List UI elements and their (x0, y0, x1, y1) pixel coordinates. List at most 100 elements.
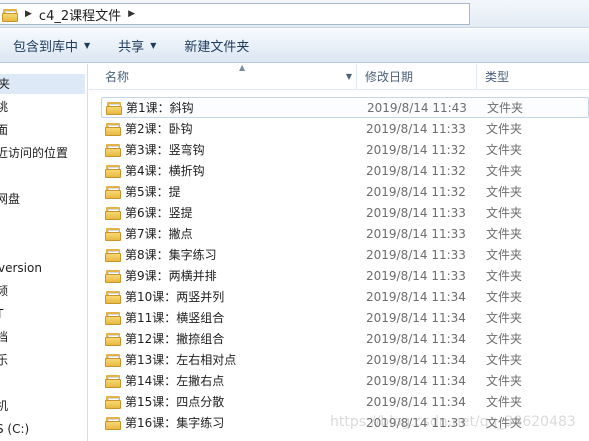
file-name: 第7课：撇点 (125, 227, 193, 241)
file-row[interactable]: 第3课：竖弯钩 2019/8/14 11:32 文件夹 (101, 139, 589, 160)
nav-item[interactable]: 机 (0, 396, 8, 416)
folder-icon (105, 395, 121, 409)
nav-item[interactable]: 乐 (0, 350, 8, 370)
file-name: 第3课：竖弯钩 (125, 143, 205, 157)
file-name: 第16课：集字练习 (125, 416, 225, 430)
folder-icon (105, 353, 121, 367)
include-in-library-label: 包含到库中 (13, 40, 79, 55)
nav-item[interactable]: S (C:) (0, 419, 29, 439)
file-row[interactable]: 第4课：横折钩 2019/8/14 11:32 文件夹 (101, 160, 589, 181)
share-label: 共享 (118, 40, 145, 55)
file-row[interactable]: 第12课：撇捺组合 2019/8/14 11:34 文件夹 (101, 328, 589, 349)
file-row[interactable]: 第15课：四点分散 2019/8/14 11:34 文件夹 (101, 391, 589, 412)
breadcrumb[interactable]: ▶ c4_2课程文件 ▶ (0, 3, 470, 25)
folder-icon (105, 227, 121, 241)
file-list: 第1课：斜钩 2019/8/14 11:43 文件夹 第2课：卧钩 2019/8/14 … (89, 90, 589, 441)
folder-icon (105, 416, 121, 430)
folder-icon (105, 311, 121, 325)
breadcrumb-segment[interactable]: c4_2课程文件 (39, 5, 121, 24)
column-type-label: 类型 (485, 70, 510, 84)
chevron-right-icon[interactable]: ▶ (25, 9, 32, 19)
column-date-label: 修改日期 (365, 70, 414, 84)
file-name: 第5课：提 (125, 185, 181, 199)
file-type: 文件夹 (486, 143, 523, 157)
sort-ascending-icon: ▲ (239, 63, 246, 72)
file-date: 2019/8/14 11:33 (366, 268, 466, 283)
file-date: 2019/8/14 11:32 (366, 163, 466, 178)
command-bar: 包含到库中 ▼ 共享 ▼ 新建文件夹 (0, 29, 589, 63)
file-type: 文件夹 (486, 227, 523, 241)
chevron-down-icon: ▼ (150, 41, 157, 50)
file-row[interactable]: 第9课：两横并排 2019/8/14 11:33 文件夹 (101, 265, 589, 286)
nav-item[interactable]: T (0, 304, 3, 324)
folder-icon (2, 8, 18, 22)
address-bar: ▶ c4_2课程文件 ▶ (0, 0, 589, 28)
file-type: 文件夹 (486, 290, 523, 304)
file-name: 第10课：两竖并列 (125, 290, 225, 304)
folder-icon (105, 332, 121, 346)
column-date-header[interactable]: 修改日期 (359, 64, 477, 90)
file-name: 第1课：斜钩 (126, 101, 194, 115)
nav-item[interactable]: 桃 (0, 97, 8, 117)
file-row[interactable]: 第6课：竖提 2019/8/14 11:33 文件夹 (101, 202, 589, 223)
new-folder-label: 新建文件夹 (184, 40, 250, 55)
file-name: 第12课：撇捺组合 (125, 332, 225, 346)
new-folder-button[interactable]: 新建文件夹 (176, 29, 257, 62)
file-row[interactable]: 第10课：两竖并列 2019/8/14 11:34 文件夹 (101, 286, 589, 307)
file-date: 2019/8/14 11:33 (366, 121, 466, 136)
nav-item[interactable]: 频 (0, 281, 8, 301)
folder-icon (105, 143, 121, 157)
file-date: 2019/8/14 11:32 (366, 142, 466, 157)
folder-icon (105, 122, 121, 136)
column-header: 名称 ▲ ▼ 修改日期 类型 (89, 63, 589, 90)
file-row[interactable]: 第14课：左撇右点 2019/8/14 11:34 文件夹 (101, 370, 589, 391)
file-name: 第14课：左撇右点 (125, 374, 225, 388)
file-type: 文件夹 (486, 164, 523, 178)
file-date: 2019/8/14 11:32 (366, 184, 466, 199)
file-row[interactable]: 第8课：集字练习 2019/8/14 11:33 文件夹 (101, 244, 589, 265)
nav-item[interactable]: 夹 (0, 74, 85, 94)
file-row[interactable]: 第5课：提 2019/8/14 11:32 文件夹 (101, 181, 589, 202)
folder-icon (105, 206, 121, 220)
file-type: 文件夹 (486, 395, 523, 409)
chevron-down-icon: ▼ (84, 41, 91, 50)
nav-item[interactable]: 近访问的位置 (0, 143, 68, 163)
file-type: 文件夹 (486, 248, 523, 262)
chevron-right-icon[interactable]: ▶ (128, 9, 135, 19)
share-button[interactable]: 共享 ▼ (110, 29, 164, 62)
file-name: 第9课：两横并排 (125, 269, 217, 283)
folder-icon (105, 269, 121, 283)
file-type: 文件夹 (486, 374, 523, 388)
file-name: 第15课：四点分散 (125, 395, 225, 409)
file-date: 2019/8/14 11:34 (366, 373, 466, 388)
file-name: 第2课：卧钩 (125, 122, 193, 136)
file-row[interactable]: 第11课：横竖组合 2019/8/14 11:34 文件夹 (101, 307, 589, 328)
column-type-header[interactable]: 类型 (479, 64, 579, 90)
file-date: 2019/8/14 11:34 (366, 394, 466, 409)
file-date: 2019/8/14 11:34 (366, 289, 466, 304)
file-row[interactable]: 第1课：斜钩 2019/8/14 11:43 文件夹 (101, 97, 589, 118)
nav-item[interactable]: version (0, 258, 42, 278)
nav-item[interactable]: 面 (0, 120, 8, 140)
file-row[interactable]: 第2课：卧钩 2019/8/14 11:33 文件夹 (101, 118, 589, 139)
file-type: 文件夹 (486, 269, 523, 283)
nav-item[interactable]: 档 (0, 327, 8, 347)
file-type: 文件夹 (486, 185, 523, 199)
file-row[interactable]: 第13课：左右相对点 2019/8/14 11:34 文件夹 (101, 349, 589, 370)
column-name-header[interactable]: 名称 ▲ ▼ (99, 63, 357, 90)
file-row[interactable]: 第7课：撇点 2019/8/14 11:33 文件夹 (101, 223, 589, 244)
file-name: 第8课：集字练习 (125, 248, 217, 262)
folder-icon (105, 164, 121, 178)
include-in-library-button[interactable]: 包含到库中 ▼ (0, 29, 98, 62)
file-type: 文件夹 (487, 101, 524, 115)
file-date: 2019/8/14 11:43 (367, 100, 467, 115)
file-date: 2019/8/14 11:33 (366, 226, 466, 241)
nav-item[interactable]: 网盘 (0, 189, 20, 209)
chevron-down-icon[interactable]: ▼ (346, 64, 352, 90)
folder-icon (105, 185, 121, 199)
file-type: 文件夹 (486, 206, 523, 220)
file-type: 文件夹 (486, 311, 523, 325)
column-name-label: 名称 (105, 70, 130, 84)
file-date: 2019/8/14 11:33 (366, 205, 466, 220)
file-name: 第6课：竖提 (125, 206, 193, 220)
